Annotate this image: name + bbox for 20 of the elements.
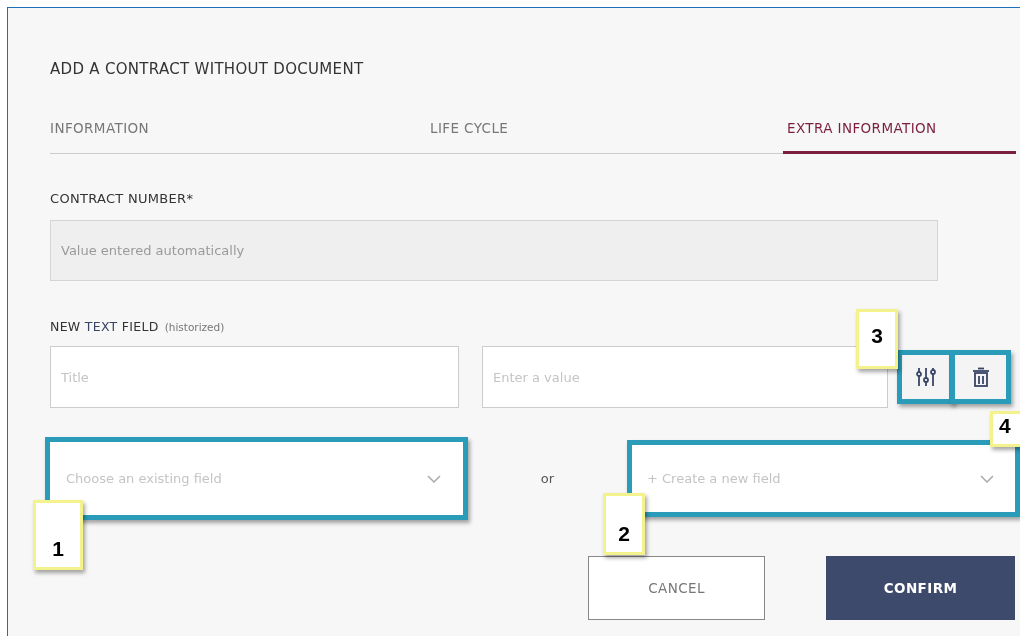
chevron-down-icon <box>426 474 441 483</box>
field-label: CONTRACT NUMBER* <box>50 191 194 206</box>
tab[interactable]: INFORMATION <box>50 118 430 153</box>
cancel-button[interactable]: CANCEL <box>588 556 765 620</box>
value-field[interactable]: Enter a value <box>482 346 888 408</box>
field-label: NEW TEXT FIELD <box>50 319 159 334</box>
callout-number: 1 <box>33 500 83 570</box>
confirm-button[interactable]: CONFIRM <box>826 556 1015 620</box>
callout-number: 3 <box>856 309 898 369</box>
chevron-down-icon <box>980 474 994 483</box>
sliders-icon <box>914 366 937 388</box>
dialog-title: ADD A CONTRACT WITHOUT DOCUMENT <box>50 59 364 79</box>
callout-number: 2 <box>603 493 645 555</box>
separator-text: or <box>539 471 556 486</box>
trash-icon <box>971 367 990 387</box>
field-note: (historized) <box>164 321 225 333</box>
title-field[interactable]: Title <box>50 346 459 408</box>
callout-number: 4 <box>990 411 1020 447</box>
tab[interactable]: EXTRA INFORMATION <box>783 118 1016 154</box>
tab[interactable]: LIFE CYCLE <box>430 118 783 153</box>
